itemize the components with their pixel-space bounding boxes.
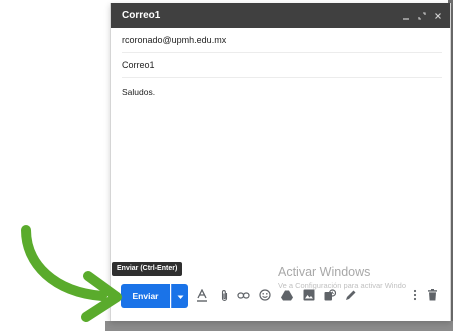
compose-titlebar[interactable]: Correo1 [111,3,450,28]
activation-watermark-title: Activar Windows [278,265,371,279]
fullscreen-icon[interactable] [417,11,426,20]
more-send-options-icon [177,287,184,305]
send-tooltip: Enviar (Ctrl-Enter) [112,262,183,276]
emoji-icon[interactable] [258,288,272,302]
discard-icon[interactable] [425,288,439,302]
subject-field[interactable]: Correo1 [122,53,442,78]
photo-icon[interactable] [302,288,316,302]
subject-value: Correo1 [122,60,155,70]
minimize-icon[interactable] [401,11,410,20]
message-body[interactable]: Saludos. [111,78,450,106]
close-icon[interactable] [433,11,442,20]
more-options-icon[interactable] [408,288,422,302]
signature-icon[interactable] [344,288,358,302]
send-button[interactable]: Enviar [121,284,170,308]
taskbar-strip [105,321,453,331]
attach-icon[interactable] [217,288,231,302]
to-field[interactable]: rcoronado@upmh.edu.mx [122,28,442,53]
activation-watermark-subtitle: Ve a Configuración para activar Windo [278,281,406,290]
more-send-options-button[interactable] [171,284,188,308]
compose-title: Correo1 [122,10,161,21]
confidential-mode-icon[interactable] [323,288,337,302]
drive-icon[interactable] [280,288,294,302]
send-button-label: Enviar [132,291,159,301]
link-icon[interactable] [236,288,250,302]
green-arrow-icon [21,225,122,322]
text-format-icon[interactable] [195,288,209,302]
message-body-text: Saludos. [122,87,156,97]
to-value: rcoronado@upmh.edu.mx [122,35,227,45]
